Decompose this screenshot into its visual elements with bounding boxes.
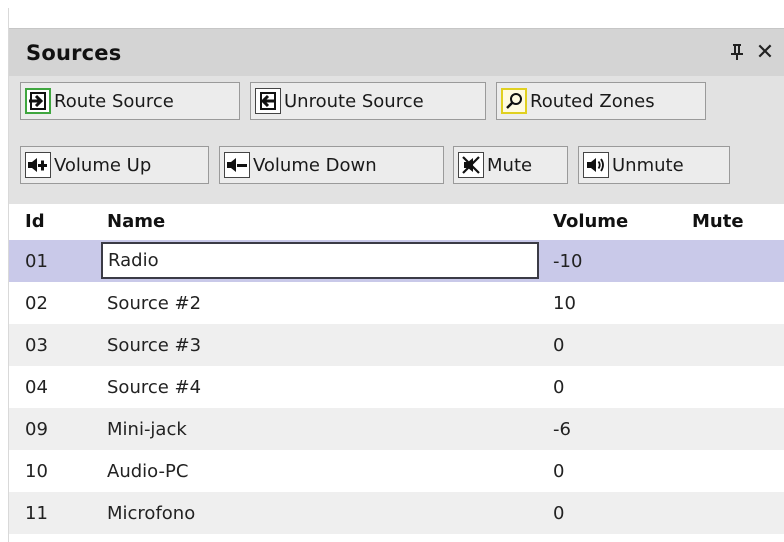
table-row[interactable]: 10 Audio-PC 0 xyxy=(9,450,784,492)
row-id: 11 xyxy=(25,503,48,524)
magnifier-icon xyxy=(501,88,527,114)
table-row[interactable]: 09 Mini-jack -6 xyxy=(9,408,784,450)
routed-zones-button[interactable]: Routed Zones xyxy=(496,82,706,120)
table-row[interactable]: 03 Source #3 0 xyxy=(9,324,784,366)
toolbar: Route Source Unroute Source Routed Zones xyxy=(9,76,784,204)
route-source-label: Route Source xyxy=(54,90,174,112)
row-name-editor[interactable] xyxy=(101,242,539,279)
speaker-minus-icon xyxy=(224,152,250,178)
panel-title: Sources xyxy=(26,41,122,65)
row-name: Mini-jack xyxy=(107,419,187,440)
row-volume: 10 xyxy=(553,293,576,314)
row-id: 02 xyxy=(25,293,48,314)
row-volume: 0 xyxy=(553,335,565,356)
speaker-sound-icon xyxy=(583,152,609,178)
unmute-label: Unmute xyxy=(612,154,684,176)
speaker-plus-icon xyxy=(25,152,51,178)
column-header-name[interactable]: Name xyxy=(107,211,165,232)
row-volume: 0 xyxy=(553,503,565,524)
close-icon[interactable]: ✕ xyxy=(754,39,776,65)
column-header-mute[interactable]: Mute xyxy=(692,211,744,232)
volume-up-label: Volume Up xyxy=(54,154,152,176)
unroute-source-button[interactable]: Unroute Source xyxy=(250,82,486,120)
row-volume: -10 xyxy=(553,251,583,272)
pin-icon[interactable] xyxy=(726,39,748,65)
route-source-button[interactable]: Route Source xyxy=(20,82,240,120)
arrow-out-of-box-icon xyxy=(255,88,281,114)
row-id: 01 xyxy=(25,251,48,272)
row-name: Source #3 xyxy=(107,335,202,356)
sources-panel: Sources ✕ Route Source Unroute Source Ro… xyxy=(9,8,784,542)
row-name: Microfono xyxy=(107,503,196,524)
row-id: 09 xyxy=(25,419,48,440)
routed-zones-label: Routed Zones xyxy=(530,90,655,112)
table-row[interactable]: 11 Microfono 0 xyxy=(9,492,784,534)
table-row[interactable]: 04 Source #4 0 xyxy=(9,366,784,408)
volume-down-label: Volume Down xyxy=(253,154,377,176)
volume-down-button[interactable]: Volume Down xyxy=(219,146,444,184)
row-name: Source #2 xyxy=(107,293,202,314)
row-id: 03 xyxy=(25,335,48,356)
volume-up-button[interactable]: Volume Up xyxy=(20,146,209,184)
column-header-volume[interactable]: Volume xyxy=(553,211,628,232)
row-name: Source #4 xyxy=(107,377,202,398)
row-name: Audio-PC xyxy=(107,461,189,482)
mute-label: Mute xyxy=(487,154,533,176)
panel-title-bar: Sources ✕ xyxy=(9,28,784,77)
row-id: 04 xyxy=(25,377,48,398)
arrow-into-box-icon xyxy=(25,88,51,114)
grid-header-row: Id Name Volume Mute xyxy=(9,204,784,241)
window-top-strip xyxy=(0,0,784,8)
unroute-source-label: Unroute Source xyxy=(284,90,424,112)
row-id: 10 xyxy=(25,461,48,482)
speaker-muted-icon xyxy=(458,152,484,178)
mute-button[interactable]: Mute xyxy=(453,146,568,184)
table-row[interactable]: 01 -10 xyxy=(9,240,784,282)
row-volume: -6 xyxy=(553,419,571,440)
table-row[interactable]: 02 Source #2 10 xyxy=(9,282,784,324)
row-volume: 0 xyxy=(553,377,565,398)
unmute-button[interactable]: Unmute xyxy=(578,146,730,184)
column-header-id[interactable]: Id xyxy=(25,211,45,232)
row-volume: 0 xyxy=(553,461,565,482)
